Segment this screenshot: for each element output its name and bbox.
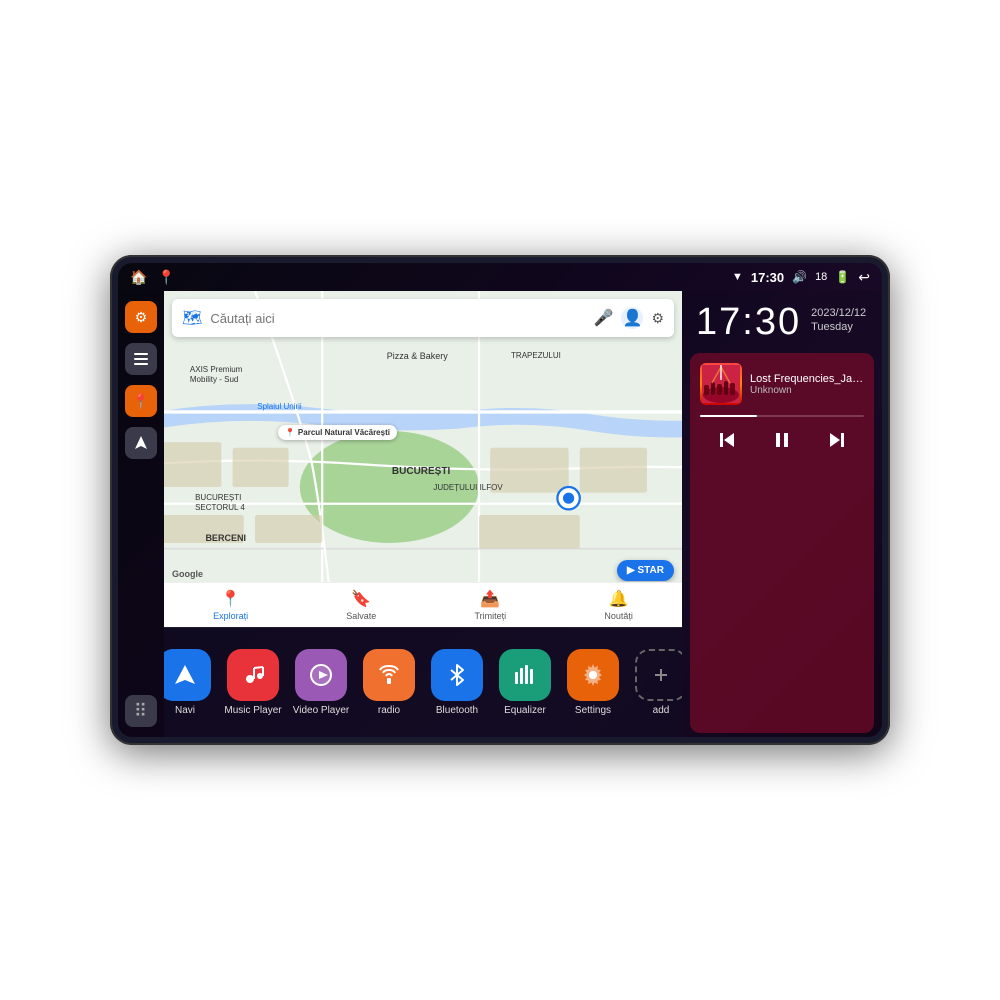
map-pin-parc: 📍 Parcul Natural Văcărești [278,425,397,440]
battery-icon: 🔋 [835,270,850,284]
bluetooth-label: Bluetooth [436,705,478,716]
sidebar-bottom: ⠿ [125,695,157,727]
map-bottom-bar: 📍 Explorați 🔖 Salvate 📤 Trimiteți � [164,582,682,627]
radio-icon [363,649,415,701]
explore-icon: 📍 [221,589,241,609]
app-video-player[interactable]: Video Player [290,649,352,716]
map-nav-send[interactable]: 📤 Trimiteți [475,589,507,621]
music-controls [700,425,864,461]
music-player-label: Music Player [224,705,281,716]
explore-label: Explorați [213,611,248,621]
app-music-player[interactable]: Music Player [222,649,284,716]
status-bar: 🏠 📍 ▼ 17:30 🔊 18 🔋 ↩ [118,263,882,291]
sidebar-files-icon[interactable] [125,343,157,375]
back-icon[interactable]: ↩ [858,269,870,286]
music-next-button[interactable] [818,425,856,461]
music-title: Lost Frequencies_Janie... [750,373,864,385]
app-equalizer[interactable]: Equalizer [494,649,556,716]
wifi-icon: ▼ [732,271,743,283]
music-progress-bar[interactable] [700,415,864,417]
map-nav-explore[interactable]: 📍 Explorați [213,589,248,621]
mic-icon[interactable]: 🎤 [594,308,614,328]
music-player-icon [227,649,279,701]
map-svg [164,291,682,627]
app-add[interactable]: add [630,649,682,716]
app-radio[interactable]: radio [358,649,420,716]
music-progress-fill [700,415,757,417]
app-navi[interactable]: Navi [164,649,216,716]
equalizer-icon [499,649,551,701]
sidebar-nav-icon[interactable] [125,427,157,459]
map-nav-saved[interactable]: 🔖 Salvate [346,589,376,621]
app-settings[interactable]: Settings [562,649,624,716]
map-nav-news[interactable]: 🔔 Noutăți [604,589,633,621]
add-label: add [653,705,670,716]
map-search-input[interactable] [210,311,585,326]
map-container[interactable]: 🗺 🎤 👤 ⚙ AXIS PremiumMobility - Sud Pizza… [164,291,682,627]
clock-weekday: Tuesday [811,321,866,333]
music-thumbnail [700,363,742,405]
send-label: Trimiteți [475,611,507,621]
sidebar-location-icon[interactable]: 📍 [125,385,157,417]
right-panel: 17:30 2023/12/12 Tuesday [682,291,882,737]
device-frame: 🏠 📍 ▼ 17:30 🔊 18 🔋 ↩ ⚙ [110,255,890,745]
left-sidebar: ⚙ 📍 ⠿ [118,291,164,737]
saved-label: Salvate [346,611,376,621]
google-maps-icon: 🗺 [182,308,202,328]
music-text: Lost Frequencies_Janie... Unknown [750,373,864,396]
equalizer-label: Equalizer [504,705,546,716]
news-label: Noutăți [604,611,633,621]
news-icon: 🔔 [609,589,629,609]
radio-label: radio [378,705,400,716]
status-time: 17:30 [751,270,784,285]
send-icon: 📤 [480,589,500,609]
account-icon[interactable]: 👤 [621,307,643,329]
music-pause-button[interactable] [763,425,801,461]
center-area: 🗺 🎤 👤 ⚙ AXIS PremiumMobility - Sud Pizza… [164,291,682,737]
clock-section: 17:30 2023/12/12 Tuesday [682,291,882,349]
main-content: ⚙ 📍 ⠿ [118,291,882,737]
saved-icon: 🔖 [351,589,371,609]
clock-date-value: 2023/12/12 [811,307,866,319]
home-icon[interactable]: 🏠 [130,269,147,286]
sidebar-apps-icon[interactable]: ⠿ [125,695,157,727]
video-player-label: Video Player [293,705,350,716]
settings-icon [567,649,619,701]
more-icon[interactable]: ⚙ [651,310,664,327]
navi-label: Navi [175,705,195,716]
battery-number: 18 [815,271,827,283]
bluetooth-icon [431,649,483,701]
music-prev-button[interactable] [708,425,746,461]
clock-date: 2023/12/12 Tuesday [811,303,866,333]
device-screen: 🏠 📍 ▼ 17:30 🔊 18 🔋 ↩ ⚙ [118,263,882,737]
app-bluetooth[interactable]: Bluetooth [426,649,488,716]
add-icon[interactable] [635,649,682,701]
map-search-bar[interactable]: 🗺 🎤 👤 ⚙ [172,299,674,337]
status-left-icons: 🏠 📍 [130,269,175,286]
google-logo: Google [172,569,203,579]
sidebar-settings-icon[interactable]: ⚙ [125,301,157,333]
music-thumbnail-art [700,363,742,405]
music-widget: Lost Frequencies_Janie... Unknown [690,353,874,733]
volume-icon: 🔊 [792,270,807,284]
video-player-icon [295,649,347,701]
music-artist: Unknown [750,385,864,396]
settings-label: Settings [575,705,611,716]
map-pin-icon[interactable]: 📍 [157,269,174,286]
app-dock: Navi Music Player [164,627,682,737]
music-info: Lost Frequencies_Janie... Unknown [700,363,864,405]
status-right-area: ▼ 17:30 🔊 18 🔋 ↩ [732,269,870,286]
clock-time: 17:30 [696,303,801,341]
navi-icon [164,649,211,701]
navigation-fab[interactable]: ▶ STAR [617,560,674,581]
